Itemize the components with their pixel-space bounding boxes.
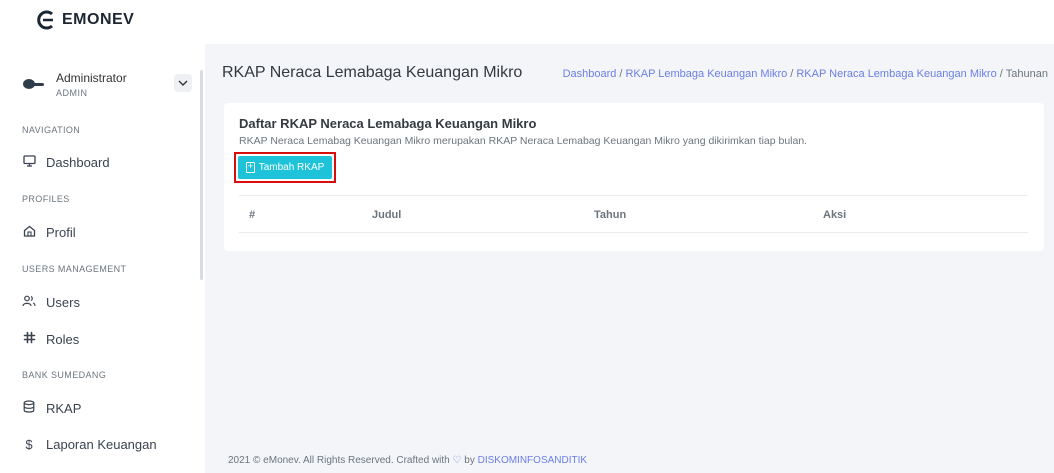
sidebar-item-roles[interactable]: Roles [22, 331, 79, 347]
section-users-management: USERS MANAGEMENT [22, 264, 127, 274]
file-plus-icon [245, 161, 255, 173]
footer-text: 2021 © eMonev. All Rights Reserved. Craf… [228, 455, 450, 466]
footer-by: by [464, 455, 475, 466]
column-header-tahun[interactable]: Tahun [594, 209, 626, 221]
chevron-down-icon[interactable] [174, 74, 192, 92]
rkap-table: # Judul Tahun Aksi [239, 195, 1028, 233]
section-profiles: PROFILES [22, 194, 70, 204]
sidebar-item-laporan-keuangan[interactable]: $ Laporan Keuangan [22, 437, 157, 452]
footer: 2021 © eMonev. All Rights Reserved. Craf… [228, 455, 587, 466]
user-role: ADMIN [56, 87, 88, 98]
user-name: Administrator [56, 70, 127, 85]
user-profile[interactable]: Administrator ADMIN [22, 64, 192, 104]
page-header: RKAP Neraca Lemabaga Keuangan Mikro Dash… [222, 64, 1048, 82]
breadcrumb-rkap-lembaga[interactable]: RKAP Lembaga Keuangan Mikro [625, 68, 787, 80]
add-button-highlight: Tambah RKAP [234, 152, 336, 183]
heart-icon: ♡ [452, 455, 462, 466]
sidebar-item-label: Users [46, 295, 80, 310]
sidebar-item-label: Laporan Keuangan [46, 437, 157, 452]
logo-icon [36, 10, 56, 30]
add-rkap-button[interactable]: Tambah RKAP [238, 156, 332, 179]
avatar [22, 77, 46, 91]
sidebar-scrollbar[interactable] [200, 70, 203, 280]
section-navigation: NAVIGATION [22, 125, 81, 135]
section-bank-sumedang: BANK SUMEDANG [22, 370, 107, 380]
breadcrumb-current: Tahunan [1005, 68, 1048, 80]
slack-icon [22, 331, 36, 347]
add-rkap-label: Tambah RKAP [258, 162, 325, 173]
sidebar: Administrator ADMIN NAVIGATION Dashboard… [0, 44, 205, 473]
card-title: Daftar RKAP Neraca Lemabaga Keuangan Mik… [239, 116, 537, 131]
sidebar-item-rkap[interactable]: RKAP [22, 400, 81, 416]
sidebar-item-dashboard[interactable]: Dashboard [22, 155, 110, 170]
card-description: RKAP Neraca Lemabag Keuangan Mikro merup… [239, 135, 808, 147]
database-icon [22, 400, 36, 416]
sidebar-item-label: RKAP [46, 400, 82, 416]
page-title: RKAP Neraca Lemabaga Keuangan Mikro [222, 64, 523, 81]
breadcrumb: Dashboard / RKAP Lembaga Keuangan Mikro / RK… [562, 68, 1048, 80]
rkap-card: Daftar RKAP Neraca Lemabaga Keuangan Mik… [224, 103, 1044, 251]
sidebar-item-label: Profil [46, 225, 76, 240]
users-icon [22, 295, 36, 310]
breadcrumb-dashboard[interactable]: Dashboard [563, 68, 617, 80]
sidebar-item-profil[interactable]: Profil [22, 225, 76, 240]
monitor-icon [22, 155, 36, 170]
sidebar-item-label: Roles [46, 331, 80, 347]
column-header-number[interactable]: # [249, 209, 255, 221]
breadcrumb-rkap-neraca[interactable]: RKAP Neraca Lembaga Keuangan Mikro [796, 68, 996, 80]
sidebar-item-label: Dashboard [46, 155, 110, 170]
column-header-judul[interactable]: Judul [372, 209, 401, 221]
sidebar-item-users[interactable]: Users [22, 295, 80, 310]
footer-link[interactable]: DISKOMINFOSANDITIK [478, 455, 587, 466]
column-header-aksi[interactable]: Aksi [823, 209, 846, 221]
top-bar: EMONEV [0, 0, 1054, 44]
app-logo[interactable]: EMONEV [36, 10, 134, 30]
dollar-icon: $ [25, 437, 33, 452]
app-name: EMONEV [62, 11, 135, 28]
home-icon [22, 225, 36, 240]
